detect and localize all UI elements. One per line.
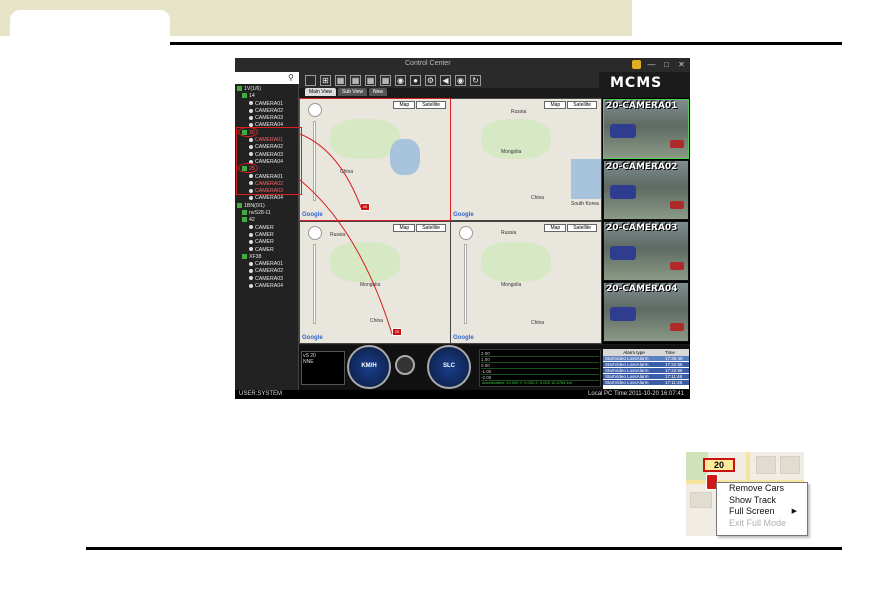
vehicle-context-menu: Remove Cars Show Track Full Screen ▶ Exit… <box>716 482 808 536</box>
menu-item-full-screen[interactable]: Full Screen ▶ <box>717 506 807 518</box>
submenu-arrow-icon: ▶ <box>791 508 797 515</box>
menu-item-remove-cars[interactable]: Remove Cars <box>717 483 807 495</box>
vehicle-badge[interactable]: 20 <box>703 458 735 472</box>
annotation-line-2 <box>299 179 393 335</box>
menu-item-show-track[interactable]: Show Track <box>717 495 807 507</box>
menu-item-exit-full-mode: Exit Full Mode <box>729 517 787 528</box>
menu-item-label: Full Screen <box>729 506 775 516</box>
annotation-line-1 <box>299 133 363 211</box>
